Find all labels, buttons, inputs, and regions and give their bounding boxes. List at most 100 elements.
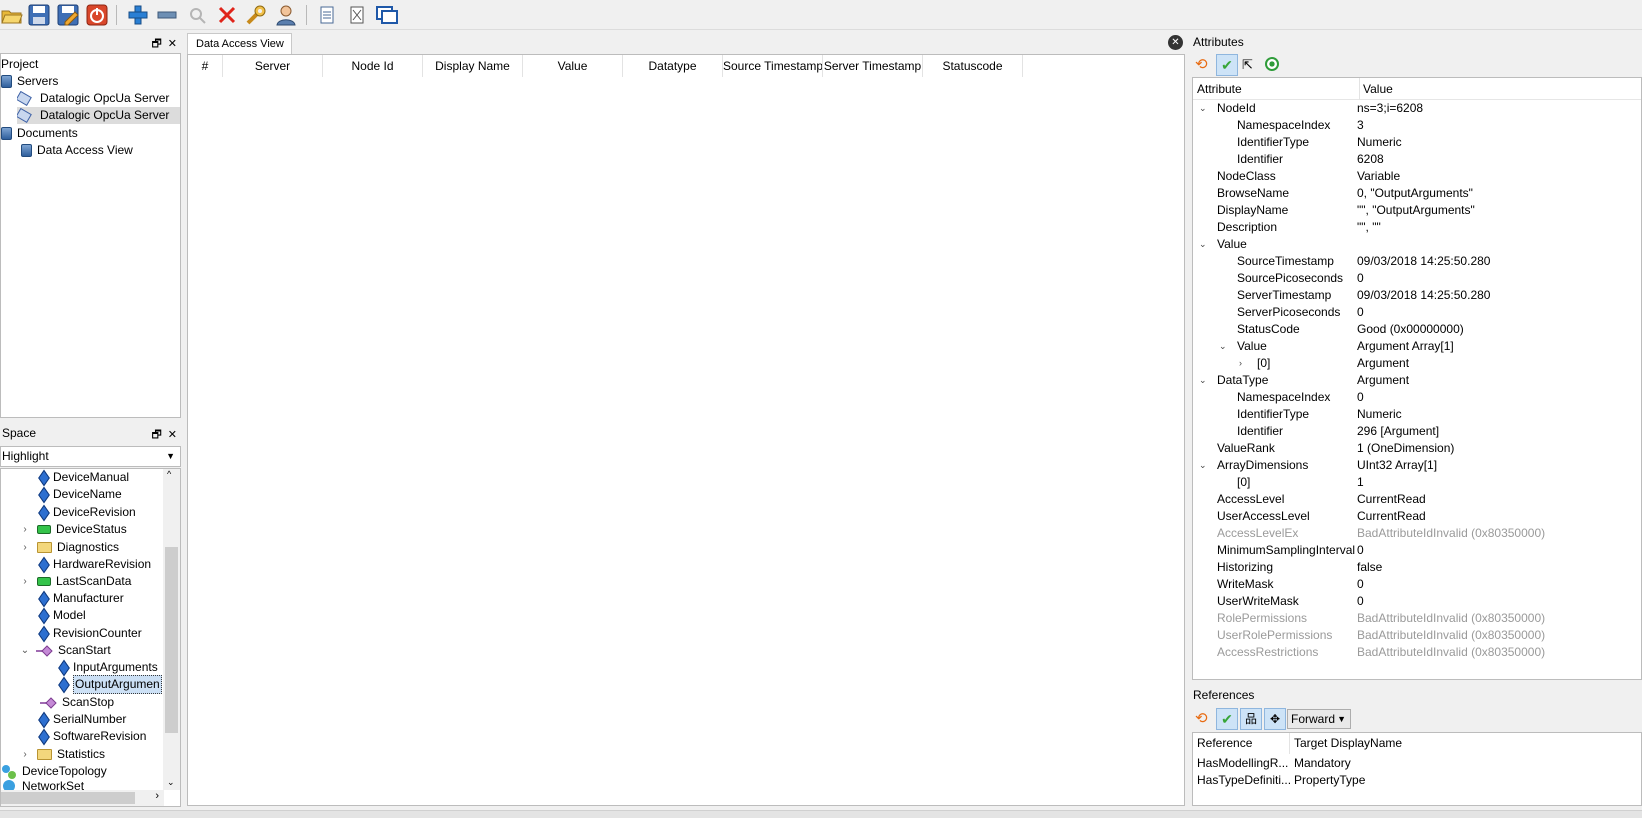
tree-item-revisioncounter[interactable]: RevisionCounter: [39, 625, 142, 642]
attr-row-userwritemask[interactable]: UserWriteMask 0: [1193, 593, 1621, 609]
attr-row-serverpicoseconds[interactable]: ServerPicoseconds 0: [1193, 304, 1621, 320]
tree-item-statistics[interactable]: › Statistics: [19, 746, 105, 763]
column-header-display-name[interactable]: Display Name: [423, 55, 523, 77]
scrollbar-thumb[interactable]: [165, 547, 178, 733]
tree-item-server-selected[interactable]: Datalogic OpcUa Server: [17, 107, 180, 124]
attr-row-description[interactable]: Description "", "": [1193, 219, 1621, 235]
column-header-value[interactable]: Value: [523, 55, 623, 77]
column-header-node-id[interactable]: Node Id: [323, 55, 423, 77]
attr-row-writemask[interactable]: WriteMask 0: [1193, 576, 1621, 592]
pointer-icon[interactable]: ⇱: [1242, 56, 1260, 74]
user-icon[interactable]: [274, 3, 298, 27]
attr-row-rolepermissions[interactable]: RolePermissions BadAttributeIdInvalid (0x…: [1193, 610, 1621, 626]
chevron-right-icon[interactable]: ›: [19, 746, 31, 763]
attr-row-dt-identifiertype[interactable]: IdentifierType Numeric: [1193, 406, 1621, 422]
column-header-target-displayname[interactable]: Target DisplayName: [1294, 736, 1402, 750]
disconnect-icon[interactable]: [85, 3, 109, 27]
column-header-server-timestamp[interactable]: Server Timestamp: [823, 55, 923, 77]
scroll-down-icon[interactable]: ⌄: [167, 777, 175, 788]
float-icon[interactable]: 🗗: [151, 35, 161, 54]
tree-item-devicerevision[interactable]: DeviceRevision: [39, 504, 136, 521]
tree-item-softwarerevision[interactable]: SoftwareRevision: [39, 728, 146, 745]
column-header-statuscode[interactable]: Statuscode: [923, 55, 1023, 77]
tree-item-outputarguments[interactable]: OutputArgumen: [59, 675, 162, 694]
attr-row-accesslevel[interactable]: AccessLevel CurrentRead: [1193, 491, 1621, 507]
highlight-select[interactable]: Highlight ▼: [0, 446, 181, 467]
attr-row-browsename[interactable]: BrowseName 0, "OutputArguments": [1193, 185, 1621, 201]
tree-item-servers[interactable]: Servers: [1, 73, 58, 90]
attr-row-historizing[interactable]: Historizing false: [1193, 559, 1621, 575]
space-scrollbar-vertical[interactable]: ^ ⌄: [163, 469, 180, 790]
space-scrollbar-horizontal[interactable]: ›: [1, 790, 164, 806]
edit-icon[interactable]: [56, 3, 80, 27]
column-header-value[interactable]: Value: [1363, 82, 1393, 96]
open-folder-icon[interactable]: [0, 3, 24, 27]
chevron-down-icon[interactable]: ⌄: [1219, 338, 1227, 354]
attr-row-minimumsamplinginterval[interactable]: MinimumSamplingInterval 0: [1193, 542, 1621, 558]
reference-row[interactable]: HasTypeDefiniti... PropertyType: [1193, 772, 1641, 788]
scroll-right-icon[interactable]: ›: [155, 790, 159, 802]
attr-row-userrolepermissions[interactable]: UserRolePermissions BadAttributeIdInvalid…: [1193, 627, 1621, 643]
tree-item-documents[interactable]: Documents: [1, 125, 78, 142]
float-icon[interactable]: 🗗: [151, 426, 161, 445]
tree-item-data-access-view[interactable]: Data Access View: [21, 142, 133, 159]
attr-row-dt-namespaceindex[interactable]: NamespaceIndex 0: [1193, 389, 1621, 405]
check-icon[interactable]: ✔: [1216, 54, 1238, 76]
network-icon[interactable]: ✥: [1264, 708, 1286, 730]
attr-row-nodeid[interactable]: ⌄ NodeId ns=3;i=6208: [1193, 100, 1621, 116]
search-icon[interactable]: [185, 3, 209, 27]
tree-item-serialnumber[interactable]: SerialNumber: [39, 711, 126, 728]
settings-icon[interactable]: [244, 3, 268, 27]
close-icon[interactable]: ✕: [168, 35, 177, 54]
hierarchy-icon[interactable]: 品: [1240, 708, 1262, 730]
close-tab-icon[interactable]: ✕: [1168, 35, 1183, 50]
column-header-attribute[interactable]: Attribute: [1197, 82, 1242, 96]
window-icon[interactable]: [375, 3, 399, 27]
attr-row-useraccesslevel[interactable]: UserAccessLevel CurrentRead: [1193, 508, 1621, 524]
chevron-down-icon[interactable]: ⌄: [1199, 372, 1207, 388]
attr-row-value-inner[interactable]: ⌄ Value Argument Array[1]: [1193, 338, 1621, 354]
delete-icon[interactable]: [215, 3, 239, 27]
check-icon[interactable]: ✔: [1216, 708, 1238, 730]
attr-row-statuscode[interactable]: StatusCode Good (0x00000000): [1193, 321, 1621, 337]
attr-row-valuerank[interactable]: ValueRank 1 (OneDimension): [1193, 440, 1621, 456]
tree-item-devicetopology[interactable]: DeviceTopology: [1, 763, 107, 780]
tree-item-lastscandata[interactable]: › LastScanData: [19, 573, 131, 590]
attr-row-datatype[interactable]: ⌄ DataType Argument: [1193, 372, 1621, 388]
tree-item-project[interactable]: Project: [1, 56, 38, 73]
attr-row-value[interactable]: ⌄ Value: [1193, 236, 1621, 252]
attr-row-displayname[interactable]: DisplayName "", "OutputArguments": [1193, 202, 1621, 218]
tab-data-access-view[interactable]: Data Access View: [187, 33, 292, 54]
chevron-down-icon[interactable]: ⌄: [1199, 236, 1207, 252]
attr-row-accesslevelex[interactable]: AccessLevelEx BadAttributeIdInvalid (0x80…: [1193, 525, 1621, 541]
tree-item-devicestatus[interactable]: › DeviceStatus: [19, 521, 126, 538]
attr-row-namespaceindex[interactable]: NamespaceIndex 3: [1193, 117, 1621, 133]
chevron-right-icon[interactable]: ›: [1239, 355, 1242, 371]
tree-item-manufacturer[interactable]: Manufacturer: [39, 590, 124, 607]
chevron-down-icon[interactable]: ⌄: [1199, 100, 1207, 116]
direction-select[interactable]: Forward ▼: [1287, 709, 1351, 729]
reference-row[interactable]: HasModellingR... Mandatory: [1193, 755, 1641, 771]
attr-row-sourcetimestamp[interactable]: SourceTimestamp 09/03/2018 14:25:50.280: [1193, 253, 1621, 269]
chevron-right-icon[interactable]: ›: [19, 539, 31, 556]
column-header-server[interactable]: Server: [223, 55, 323, 77]
tree-item-devicename[interactable]: DeviceName: [39, 486, 122, 503]
tree-item-devicemanual[interactable]: DeviceManual: [39, 469, 129, 486]
close-icon[interactable]: ✕: [168, 426, 177, 445]
document-icon[interactable]: [315, 3, 339, 27]
column-header-reference[interactable]: Reference: [1197, 736, 1252, 750]
attr-row-identifier[interactable]: Identifier 6208: [1193, 151, 1621, 167]
tree-item-scanstop[interactable]: ScanStop: [39, 694, 114, 711]
attr-row-servertimestamp[interactable]: ServerTimestamp 09/03/2018 14:25:50.280: [1193, 287, 1621, 303]
tree-item-server[interactable]: Datalogic OpcUa Server: [17, 90, 169, 107]
attr-row-nodeclass[interactable]: NodeClass Variable: [1193, 168, 1621, 184]
attr-row-arraydimensions-element[interactable]: [0] 1: [1193, 474, 1621, 490]
scroll-up-icon[interactable]: ^: [167, 469, 171, 479]
tree-item-model[interactable]: Model: [39, 607, 86, 624]
tree-item-diagnostics[interactable]: › Diagnostics: [19, 539, 119, 556]
chevron-down-icon[interactable]: ⌄: [19, 642, 31, 659]
tree-item-scanstart[interactable]: ⌄ ScanStart: [19, 642, 111, 659]
column-header-datatype[interactable]: Datatype: [623, 55, 723, 77]
column-header-index[interactable]: #: [188, 55, 223, 77]
attr-row-value-element[interactable]: › [0] Argument: [1193, 355, 1621, 371]
